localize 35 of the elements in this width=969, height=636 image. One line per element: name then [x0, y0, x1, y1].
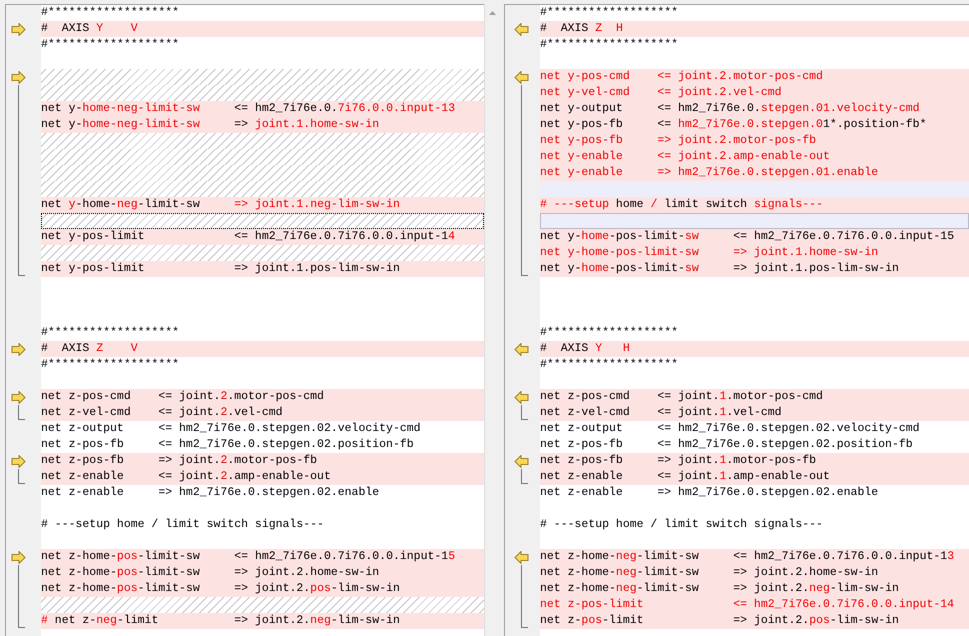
code-line: net z-pos-fb <= hm2_7i76e.0.stepgen.02.position-fb: [540, 437, 914, 453]
right-arrow-icon[interactable]: [11, 455, 26, 468]
code-line: #*******************: [540, 37, 680, 53]
code-line: net z-enable => hm2_7i76e.0.stepgen.02.enable: [540, 485, 880, 501]
code-line: net z-pos-fb <= hm2_7i76e.0.stepgen.02.position-fb: [41, 437, 415, 453]
code-line: # ---setup home / limit switch signals---: [540, 517, 824, 533]
code-line: #*******************: [540, 357, 680, 373]
left-arrow-icon[interactable]: [514, 23, 529, 36]
bracket-line: [521, 565, 528, 628]
left-arrow-icon[interactable]: [514, 343, 529, 356]
left-arrow-icon[interactable]: [514, 71, 529, 84]
code-line: net z-output <= hm2_7i76e.0.stepgen.02.velocity-cmd: [540, 421, 921, 437]
code-line: #*******************: [41, 325, 180, 341]
left-arrow-icon[interactable]: [514, 455, 529, 468]
bracket-line: [521, 469, 528, 484]
bracket-line: [18, 405, 25, 420]
bracket-line: [18, 469, 25, 484]
code-line: net z-output <= hm2_7i76e.0.stepgen.02.velocity-cmd: [41, 421, 422, 437]
right-arrow-icon[interactable]: [11, 23, 26, 36]
code-line: #*******************: [540, 325, 680, 341]
left-arrow-icon[interactable]: [514, 391, 529, 404]
code-line: #*******************: [41, 37, 180, 53]
bracket-line: [18, 565, 25, 628]
code-line: net z-enable => hm2_7i76e.0.stepgen.02.enable: [41, 485, 380, 501]
right-arrow-icon[interactable]: [11, 391, 26, 404]
code-line: #*******************: [540, 5, 680, 21]
right-arrow-icon[interactable]: [11, 71, 26, 84]
code-line: # ---setup home / limit switch signals---: [41, 517, 325, 533]
code-line: #*******************: [41, 357, 180, 373]
right-arrow-icon[interactable]: [11, 343, 26, 356]
left-arrow-icon[interactable]: [514, 551, 529, 564]
code-line: #*******************: [41, 5, 180, 21]
scroll-up-icon[interactable]: [489, 11, 496, 15]
right-arrow-icon[interactable]: [11, 551, 26, 564]
bracket-line: [521, 405, 528, 420]
